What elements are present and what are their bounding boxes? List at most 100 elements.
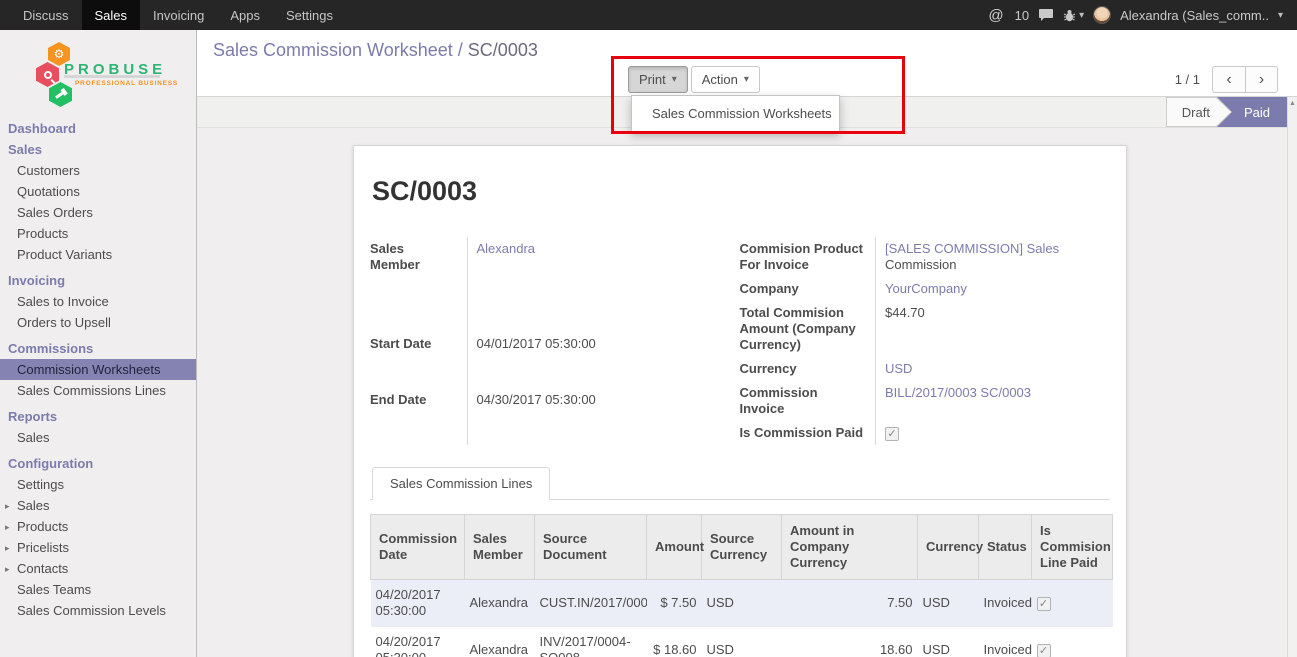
field-value-currency[interactable]: USD xyxy=(885,361,912,376)
record-title: SC/0003 xyxy=(372,176,1110,207)
sidebar-item-sales-commissions-lines[interactable]: Sales Commissions Lines xyxy=(0,380,196,401)
field-value-commission-invoice[interactable]: BILL/2017/0003 SC/0003 xyxy=(885,385,1031,400)
probuse-logo[interactable]: ⚙ PROBUSE PROFESSIONAL BUSINESS xyxy=(0,30,196,118)
breadcrumb: Sales Commission Worksheet / SC/0003 xyxy=(213,40,538,61)
user-menu[interactable]: Alexandra (Sales_comm.. xyxy=(1120,8,1269,23)
control-panel: Sales Commission Worksheet / SC/0003 Pri… xyxy=(197,30,1297,97)
sidebar-item-quotations[interactable]: Quotations xyxy=(0,181,196,202)
sidebar-item-commission-worksheets[interactable]: Commission Worksheets xyxy=(0,359,196,380)
mentions-icon[interactable]: @ xyxy=(988,7,1003,24)
form-fields: Sales Member Alexandra Start Date 04/01/… xyxy=(370,237,1110,445)
field-label-start-date: Start Date xyxy=(370,332,467,389)
sidebar-item-sales-orders[interactable]: Sales Orders xyxy=(0,202,196,223)
field-label-commission-invoice: Commission Invoice xyxy=(740,381,876,421)
col-status[interactable]: Status xyxy=(979,515,1032,580)
print-button[interactable]: Print ▾ xyxy=(628,66,688,93)
line-paid-checkbox: ✓ xyxy=(1037,597,1051,611)
line-paid-checkbox: ✓ xyxy=(1037,644,1051,657)
nav-item-invoicing[interactable]: Invoicing xyxy=(140,0,217,30)
messages-icon[interactable] xyxy=(1038,8,1054,22)
expand-icon[interactable]: ▸ xyxy=(5,521,10,534)
field-label-company: Company xyxy=(740,277,876,301)
sidebar-item-sales-to-invoice[interactable]: Sales to Invoice xyxy=(0,291,196,312)
col-commission-date[interactable]: Commission Date xyxy=(371,515,465,580)
breadcrumb-separator: / xyxy=(458,40,463,60)
debug-icon[interactable]: ▾ xyxy=(1063,8,1084,22)
form-view: SC/0003 Sales Member Alexandra Start Dat… xyxy=(197,128,1297,657)
field-value-total-commission: $44.70 xyxy=(876,301,1111,357)
col-currency[interactable]: Currency xyxy=(918,515,979,580)
expand-icon[interactable]: ▸ xyxy=(5,542,10,555)
nav-item-sales[interactable]: Sales xyxy=(82,0,141,30)
col-amount-company-currency[interactable]: Amount in Company Currency xyxy=(782,515,918,580)
sidebar-item-config-products[interactable]: ▸Products xyxy=(0,516,196,537)
pager-value: 1 / 1 xyxy=(1175,72,1200,87)
sidebar-item-sales-teams[interactable]: Sales Teams xyxy=(0,579,196,600)
field-value-end-date: 04/30/2017 05:30:00 xyxy=(467,388,740,445)
nav-item-settings[interactable]: Settings xyxy=(273,0,346,30)
pager-next-button[interactable]: › xyxy=(1245,66,1278,93)
sidebar-menu: Dashboard Sales Customers Quotations Sal… xyxy=(0,118,196,621)
field-label-commission-product: Commision Product For Invoice xyxy=(740,237,876,277)
status-step-draft[interactable]: Draft xyxy=(1166,97,1232,127)
table-header-row: Commission Date Sales Member Source Docu… xyxy=(371,515,1113,580)
sidebar-section-commissions[interactable]: Commissions xyxy=(0,338,196,359)
nav-item-discuss[interactable]: Discuss xyxy=(10,0,82,30)
breadcrumb-current: SC/0003 xyxy=(468,40,538,60)
control-panel-buttons: Print ▾ Action ▾ xyxy=(628,66,760,93)
sidebar-item-sales-commission-levels[interactable]: Sales Commission Levels xyxy=(0,600,196,621)
field-label-total-commission: Total Commision Amount (Company Currency… xyxy=(740,301,876,357)
vertical-scrollbar[interactable]: ▲ xyxy=(1287,97,1297,657)
col-amount[interactable]: Amount xyxy=(647,515,702,580)
field-value-commission-product[interactable]: [SALES COMMISSION] Sales xyxy=(885,241,1059,256)
col-is-commission-line-paid[interactable]: Is Commision Line Paid xyxy=(1032,515,1113,580)
debug-caret-icon: ▾ xyxy=(1079,10,1084,21)
tab-sales-commission-lines[interactable]: Sales Commission Lines xyxy=(372,467,550,500)
field-value-company[interactable]: YourCompany xyxy=(885,281,967,296)
avatar[interactable] xyxy=(1093,6,1111,24)
col-source-currency[interactable]: Source Currency xyxy=(702,515,782,580)
sidebar-item-config-sales[interactable]: ▸Sales xyxy=(0,495,196,516)
nav-item-apps[interactable]: Apps xyxy=(217,0,273,30)
top-navbar: Discuss Sales Invoicing Apps Settings @ … xyxy=(0,0,1297,30)
sidebar-item-product-variants[interactable]: Product Variants xyxy=(0,244,196,265)
sidebar-section-configuration[interactable]: Configuration xyxy=(0,453,196,474)
field-label-currency: Currency xyxy=(740,357,876,381)
pager: 1 / 1 ‹ › xyxy=(1175,66,1278,93)
commission-lines-table: Commission Date Sales Member Source Docu… xyxy=(370,514,1113,657)
col-source-document[interactable]: Source Document xyxy=(535,515,647,580)
field-label-sales-member: Sales Member xyxy=(370,237,467,332)
sidebar-item-config-pricelists[interactable]: ▸Pricelists xyxy=(0,537,196,558)
field-value-commission-product-rest: Commission xyxy=(885,257,957,272)
sidebar-section-sales[interactable]: Sales xyxy=(0,139,196,160)
pager-previous-button[interactable]: ‹ xyxy=(1212,66,1245,93)
logo-magnifier-hexagon-icon xyxy=(36,62,59,87)
table-row[interactable]: 04/20/2017 05:30:00 Alexandra INV/2017/0… xyxy=(371,627,1113,657)
sidebar-item-products[interactable]: Products xyxy=(0,223,196,244)
is-commission-paid-checkbox: ✓ xyxy=(885,427,899,441)
sidebar-item-dashboard[interactable]: Dashboard xyxy=(0,118,196,139)
expand-icon[interactable]: ▸ xyxy=(5,563,10,576)
form-sheet: SC/0003 Sales Member Alexandra Start Dat… xyxy=(353,145,1127,657)
field-label-end-date: End Date xyxy=(370,388,467,445)
col-sales-member[interactable]: Sales Member xyxy=(465,515,535,580)
user-caret-icon[interactable]: ▾ xyxy=(1278,10,1283,21)
action-caret-icon: ▾ xyxy=(744,74,749,85)
breadcrumb-parent[interactable]: Sales Commission Worksheet xyxy=(213,40,453,60)
expand-icon[interactable]: ▸ xyxy=(5,500,10,513)
sidebar-item-orders-to-upsell[interactable]: Orders to Upsell xyxy=(0,312,196,333)
sidebar-item-config-contacts[interactable]: ▸Contacts xyxy=(0,558,196,579)
menu-item-sales-commission-worksheets[interactable]: Sales Commission Worksheets xyxy=(632,101,839,126)
app-menu: Discuss Sales Invoicing Apps Settings xyxy=(10,0,346,30)
sidebar-item-reports-sales[interactable]: Sales xyxy=(0,427,196,448)
logo-tools-hexagon-icon xyxy=(49,82,72,107)
scroll-up-arrow-icon[interactable]: ▲ xyxy=(1288,97,1297,110)
action-button[interactable]: Action ▾ xyxy=(691,66,760,93)
sidebar-item-settings[interactable]: Settings xyxy=(0,474,196,495)
sidebar-item-customers[interactable]: Customers xyxy=(0,160,196,181)
table-row[interactable]: 04/20/2017 05:30:00 Alexandra CUST.IN/20… xyxy=(371,580,1113,627)
field-value-sales-member[interactable]: Alexandra xyxy=(477,241,536,256)
sidebar-section-invoicing[interactable]: Invoicing xyxy=(0,270,196,291)
field-value-start-date: 04/01/2017 05:30:00 xyxy=(467,332,740,389)
sidebar-section-reports[interactable]: Reports xyxy=(0,406,196,427)
